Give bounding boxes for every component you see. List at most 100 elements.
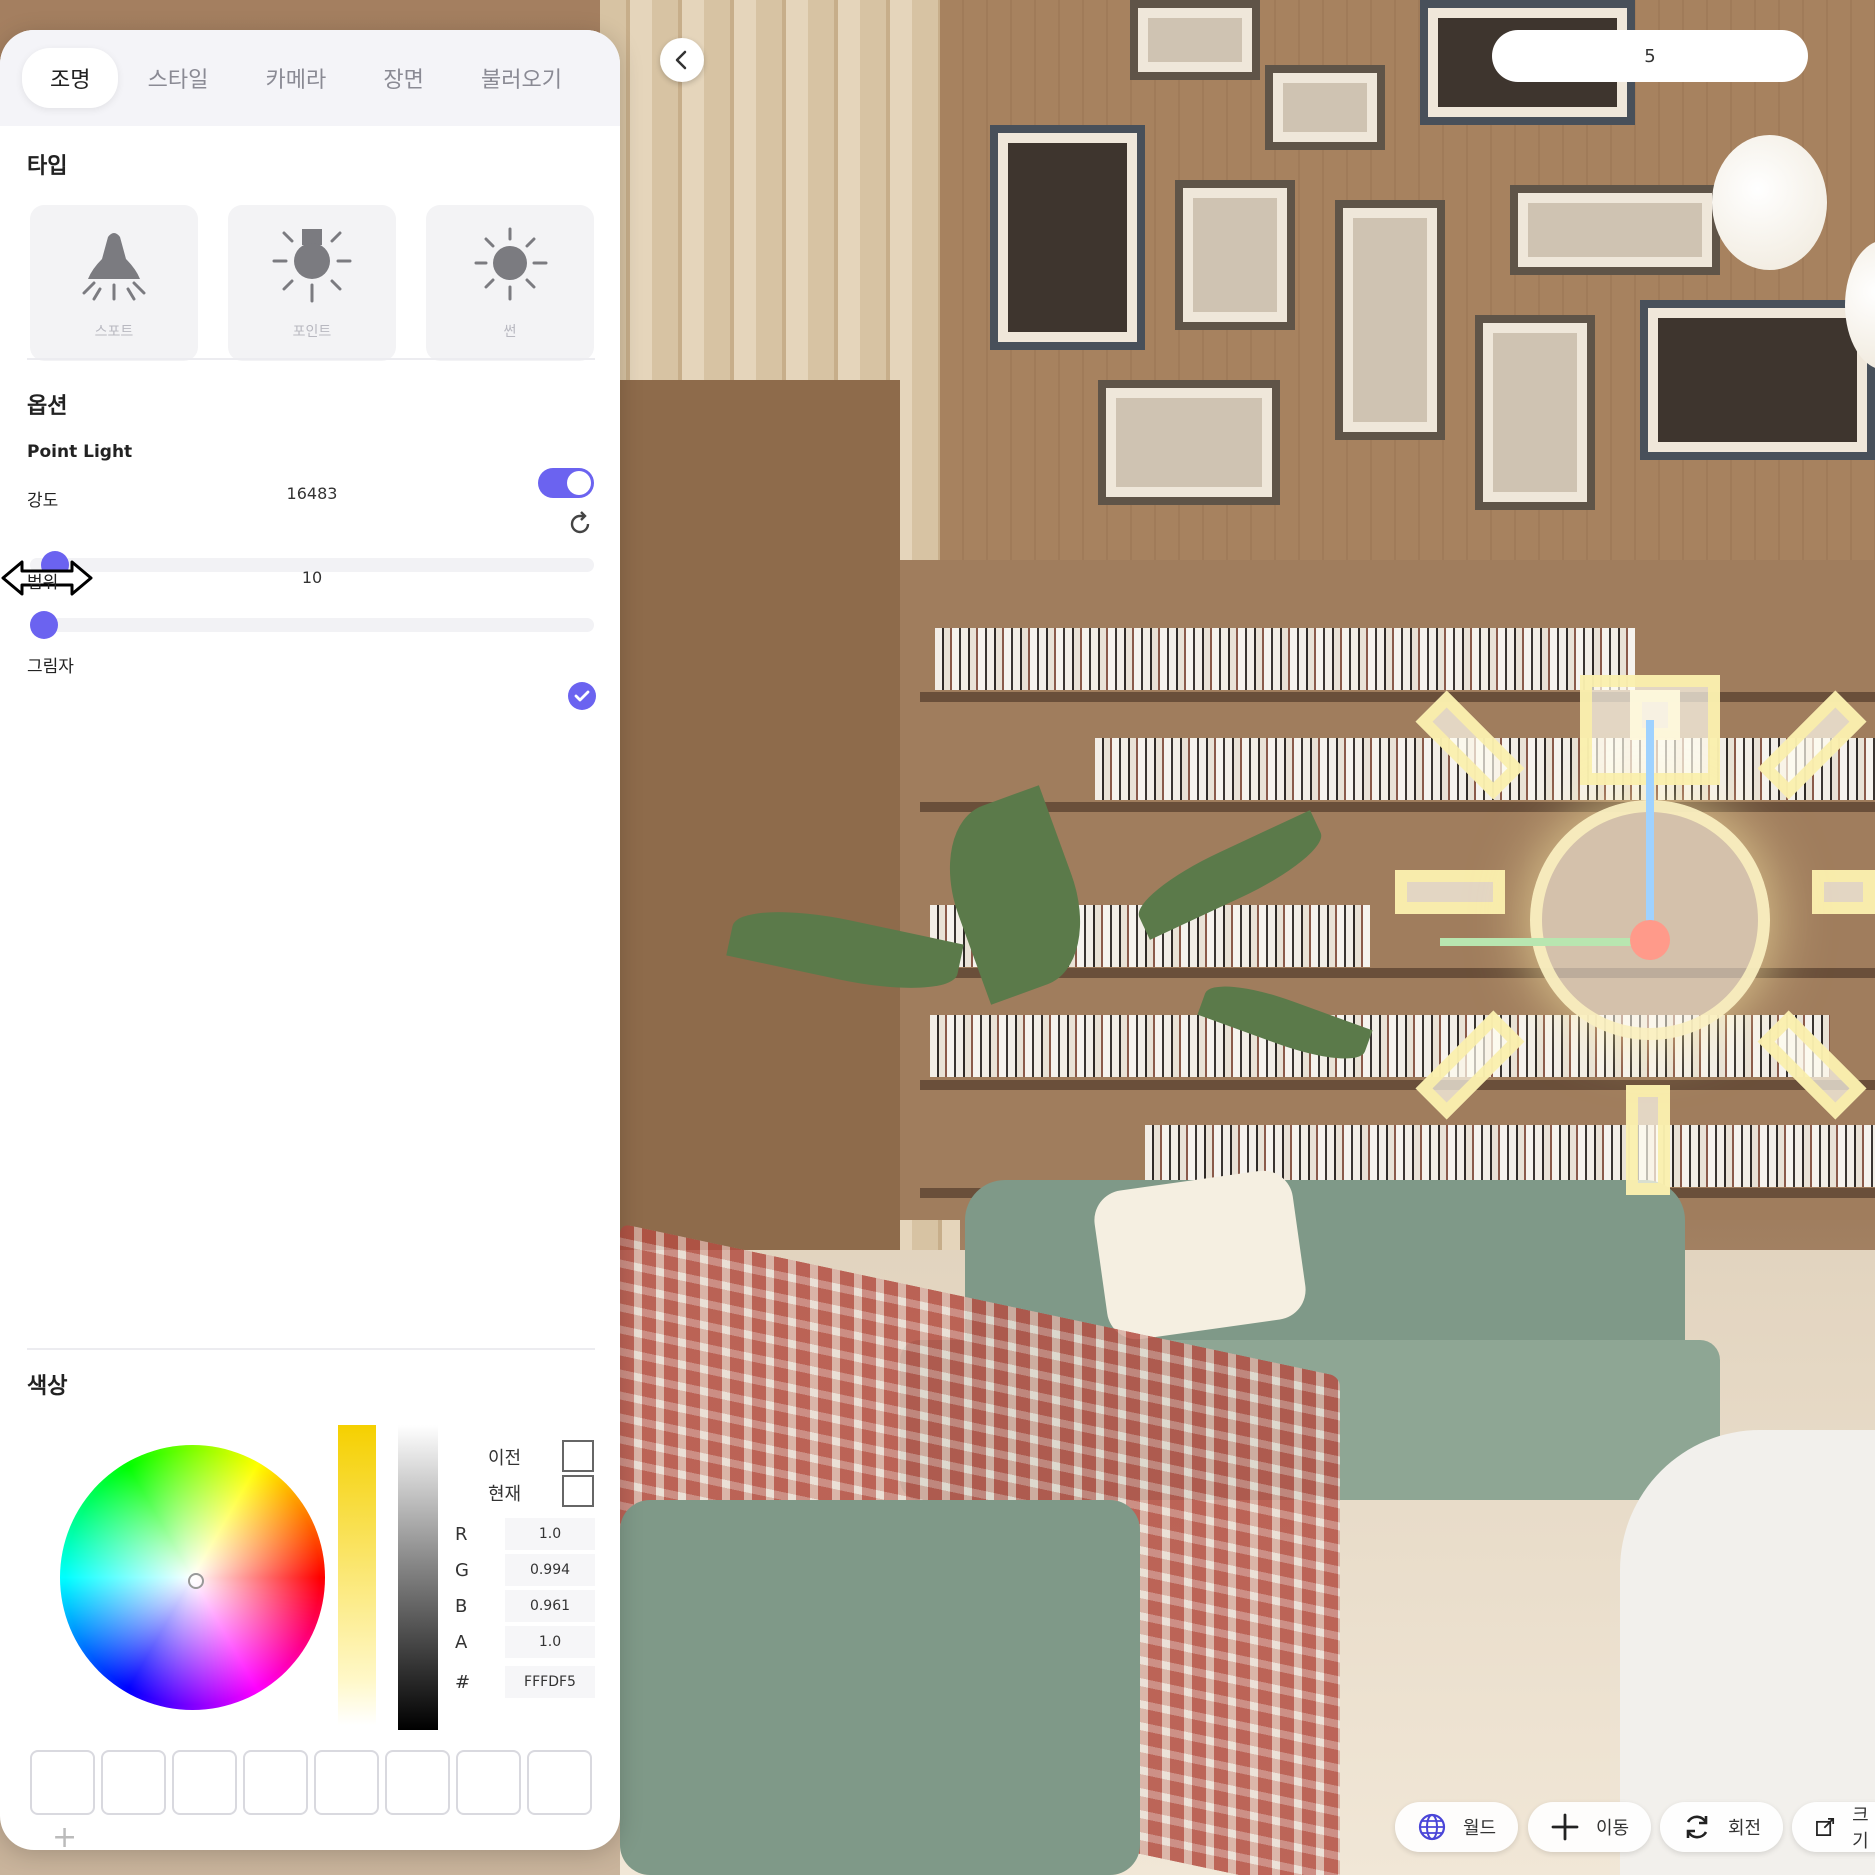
light-gizmo-ray	[1812, 870, 1875, 914]
scale-icon	[1816, 1818, 1835, 1836]
previous-color-swatch	[562, 1440, 594, 1472]
add-preset-icon[interactable]: +	[52, 1820, 77, 1850]
picture-frame	[1640, 300, 1875, 460]
tab-style[interactable]: 스타일	[120, 48, 237, 108]
counter-value: 5	[1644, 45, 1656, 67]
blue-field[interactable]: 0.961	[505, 1590, 595, 1622]
color-preset-slot[interactable]	[527, 1750, 592, 1815]
range-slider[interactable]	[30, 611, 594, 639]
options-section-title: 옵션	[27, 394, 68, 419]
tool-label: 회전	[1728, 1818, 1762, 1839]
color-preset-slot[interactable]	[101, 1750, 166, 1815]
books	[935, 628, 1635, 690]
picture-frame	[990, 125, 1145, 350]
value-slider[interactable]	[398, 1425, 438, 1730]
move-tool-button[interactable]: 이동	[1528, 1802, 1652, 1852]
light-gizmo-ray	[1395, 870, 1505, 914]
light-type-label: 썬	[503, 324, 517, 340]
light-type-point[interactable]: 포인트	[228, 205, 396, 361]
color-preset-slot[interactable]	[243, 1750, 308, 1815]
divider	[27, 1348, 595, 1350]
slider-thumb[interactable]	[30, 611, 58, 639]
tool-label: 월드	[1463, 1818, 1497, 1839]
move-icon	[1551, 1813, 1579, 1841]
picture-frame	[1098, 380, 1280, 505]
collapse-panel-button[interactable]	[660, 38, 704, 82]
picture-frame	[1175, 180, 1295, 330]
color-presets	[30, 1750, 592, 1815]
red-field[interactable]: 1.0	[505, 1518, 595, 1550]
light-type-label: 포인트	[292, 324, 332, 340]
pillow	[1090, 1166, 1310, 1344]
tab-camera[interactable]: 카메라	[238, 48, 355, 108]
shelf-board	[920, 1080, 1875, 1090]
shadow-label: 그림자	[27, 657, 74, 677]
tab-lighting[interactable]: 조명	[22, 48, 119, 108]
light-type-spot[interactable]: 스포트	[30, 205, 198, 361]
lighting-panel: 조명 스타일 카메라 장면 불러오기 타입 스포트 포인트 썬 옵션 Point…	[0, 30, 620, 1850]
color-preset-slot[interactable]	[172, 1750, 237, 1815]
green-field[interactable]: 0.994	[505, 1554, 595, 1586]
range-label: 범위	[27, 573, 59, 593]
color-preset-slot[interactable]	[314, 1750, 379, 1815]
check-icon	[574, 690, 590, 702]
color-preset-slot[interactable]	[30, 1750, 95, 1815]
light-type-label: 스포트	[94, 324, 134, 340]
picture-frame	[1510, 185, 1720, 275]
alpha-field[interactable]: 1.0	[505, 1626, 595, 1658]
sun-icon	[474, 227, 548, 301]
sofa	[620, 1500, 1140, 1875]
picture-frame	[1130, 0, 1260, 80]
color-preset-slot[interactable]	[385, 1750, 450, 1815]
tab-load[interactable]: 불러오기	[453, 48, 590, 108]
channel-label: A	[455, 1632, 468, 1653]
current-color-swatch	[562, 1475, 594, 1507]
transform-origin[interactable]	[1630, 920, 1670, 960]
reset-icon[interactable]	[566, 510, 594, 538]
picture-frame	[1335, 200, 1445, 440]
point-light-label: Point Light	[27, 442, 133, 462]
scale-tool-button[interactable]: 크기	[1792, 1802, 1875, 1852]
tool-label: 크기	[1852, 1805, 1869, 1852]
transform-axis-y[interactable]	[1646, 720, 1654, 940]
tool-label: 이동	[1596, 1818, 1630, 1839]
previous-color-label: 이전	[488, 1448, 522, 1469]
hue-slider[interactable]	[338, 1425, 376, 1725]
channel-label: B	[455, 1596, 468, 1617]
globe-icon	[1418, 1813, 1446, 1841]
divider	[27, 358, 595, 360]
picture-frame	[1265, 65, 1385, 150]
toggle-knob	[567, 471, 591, 495]
current-color-label: 현재	[488, 1484, 522, 1505]
color-wheel-handle[interactable]	[188, 1573, 204, 1589]
picture-frame	[1475, 315, 1595, 510]
rotate-icon	[1686, 1815, 1708, 1839]
chevron-left-icon	[675, 50, 687, 70]
light-type-sun[interactable]: 썬	[426, 205, 594, 361]
range-value: 10	[301, 568, 323, 587]
channel-label: G	[455, 1560, 469, 1581]
channel-label: R	[455, 1524, 468, 1545]
room-door	[600, 380, 900, 1330]
channel-label: #	[455, 1672, 471, 1693]
spot-light-icon	[82, 233, 146, 301]
pendant-lamp	[1712, 135, 1827, 270]
point-light-toggle[interactable]	[538, 468, 594, 498]
intensity-value: 16483	[286, 484, 338, 503]
world-space-button[interactable]: 월드	[1395, 1802, 1519, 1852]
transform-axis-x[interactable]	[1440, 938, 1650, 946]
hex-field[interactable]: FFFDF5	[505, 1666, 595, 1698]
shadow-checkbox[interactable]	[568, 682, 596, 710]
tab-scene[interactable]: 장면	[355, 48, 451, 108]
type-section-title: 타입	[27, 154, 68, 179]
intensity-label: 강도	[27, 491, 59, 511]
shelf-board	[920, 692, 1875, 702]
rotate-tool-button[interactable]: 회전	[1660, 1802, 1784, 1852]
shelf-board	[920, 802, 1875, 812]
point-light-icon	[272, 229, 352, 303]
scene-counter: 5	[1492, 30, 1808, 82]
color-preset-slot[interactable]	[456, 1750, 521, 1815]
panel-tabs: 조명 스타일 카메라 장면 불러오기	[0, 30, 620, 126]
color-section-title: 색상	[27, 1374, 68, 1399]
light-gizmo-ray	[1626, 1085, 1670, 1195]
